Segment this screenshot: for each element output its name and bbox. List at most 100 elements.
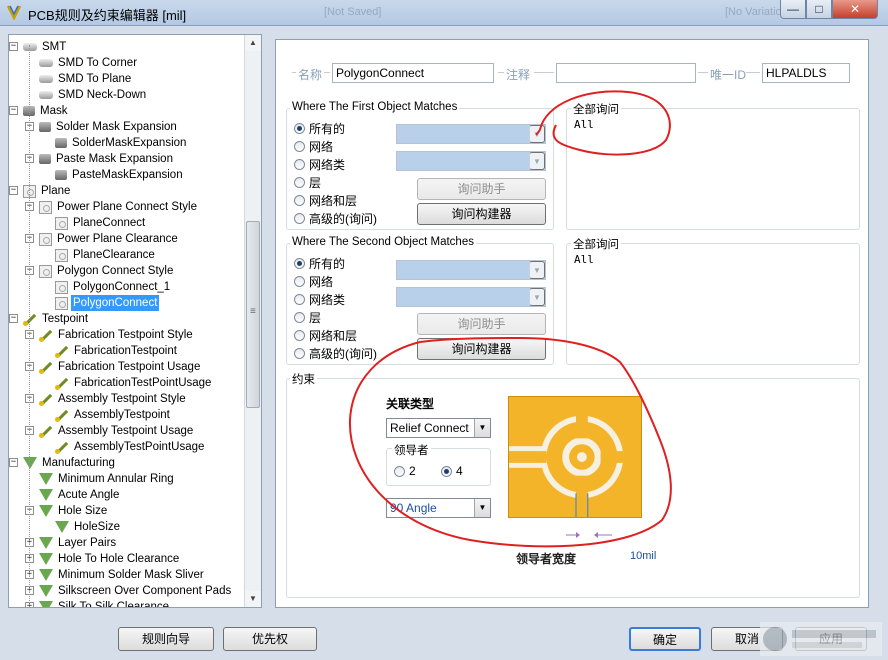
uid-field[interactable] [762,63,850,83]
tree-item-label: SMD To Plane [58,73,132,85]
tree-item-label: Silkscreen Over Component Pads [58,585,232,597]
scroll-down-icon[interactable]: ▼ [245,591,261,607]
first-class-combo: ▼ [396,151,546,171]
mask-icon [55,170,67,180]
plane-icon [55,248,68,262]
tree-item-label: Manufacturing [42,457,115,469]
tree-item[interactable]: SolderMaskExpansion [9,135,188,151]
second-query-box[interactable] [566,243,860,365]
tree-item-label: PasteMaskExpansion [72,169,183,181]
maximize-button[interactable]: □ [806,0,832,19]
tree-item[interactable]: + Minimum Solder Mask Sliver [9,567,206,583]
collapse-icon[interactable]: − [9,106,18,115]
tree-item-label: FabricationTestpoint [74,345,177,357]
tree-item-label: Assembly Testpoint Usage [58,425,194,437]
manufacturing-icon [39,505,53,517]
name-field[interactable] [332,63,494,83]
radio-icon [294,312,305,323]
tree-item[interactable]: − Plane [9,183,72,199]
connect-type-combo[interactable]: Relief Connect ▼ [386,418,491,438]
close-button[interactable]: ✕ [832,0,878,19]
second-query-builder-button[interactable]: 询问构建器 [417,338,546,360]
tree-item[interactable]: + Silk To Silk Clearance [9,599,171,607]
tree-item[interactable]: PlaneClearance [9,247,157,263]
rule-tree[interactable]: − SMT SMD To Corner SMD To Plane SMD Neck-Do… [8,34,262,608]
tree-item[interactable]: + Layer Pairs [9,535,118,551]
tree-item[interactable]: − Assembly Testpoint Usage [9,423,195,439]
tree-item[interactable]: − Hole Size [9,503,109,519]
tree-item[interactable]: PolygonConnect [9,295,160,311]
chevron-down-icon[interactable]: ▼ [474,419,490,437]
collapse-icon[interactable]: − [9,458,18,467]
comment-field[interactable] [556,63,696,83]
tree-item[interactable]: Acute Angle [9,487,121,503]
tree-item[interactable]: SMD To Plane [9,71,133,87]
chevron-down-icon[interactable]: ▼ [474,499,490,517]
rule-wizard-button[interactable]: 规则向导 [118,627,214,651]
collapse-icon[interactable]: − [9,314,18,323]
tree-item[interactable]: AssemblyTestPointUsage [9,439,206,455]
smt-icon [39,91,53,99]
second-match-option[interactable]: 网络类 [294,291,345,308]
tree-item[interactable]: − SMT [9,39,68,55]
tree-item[interactable]: − Power Plane Clearance [9,231,180,247]
second-match-option[interactable]: 所有的 [294,255,345,272]
conductors-2-radio[interactable]: 2 [394,464,416,478]
tree-item[interactable]: + Silkscreen Over Component Pads [9,583,233,599]
second-match-option[interactable]: 网络 [294,273,333,290]
first-match-option[interactable]: 所有的 [294,120,345,137]
second-match-option[interactable]: 层 [294,309,321,326]
first-match-option[interactable]: 网络类 [294,156,345,173]
tree-item-label: SMD To Corner [58,57,138,69]
minimize-button[interactable]: — [780,0,806,19]
first-query-builder-button[interactable]: 询问构建器 [417,203,546,225]
second-match-option[interactable]: 网络和层 [294,327,357,344]
first-match-option[interactable]: 高级的(询问) [294,210,377,227]
priorities-button[interactable]: 优先权 [223,627,317,651]
mask-icon [55,138,67,148]
tree-item[interactable]: − Testpoint [9,311,90,327]
tree-item-label: Minimum Solder Mask Sliver [58,569,204,581]
tree-item[interactable]: − Fabrication Testpoint Usage [9,359,202,375]
conductors-4-radio[interactable]: 4 [441,464,463,478]
tree-item[interactable]: FabricationTestPointUsage [9,375,213,391]
second-query-helper-button: 询问助手 [417,313,546,335]
collapse-icon[interactable]: − [9,42,18,51]
tree-item[interactable]: + Hole To Hole Clearance [9,551,181,567]
tree-item[interactable]: − Manufacturing [9,455,117,471]
conductor-width-value[interactable]: 10mil [630,550,656,562]
mask-icon [39,122,51,132]
tree-item[interactable]: − Solder Mask Expansion [9,119,179,135]
second-match-option[interactable]: 高级的(询问) [294,345,377,362]
tree-item[interactable]: − Polygon Connect Style [9,263,175,279]
window-title: PCB规则及约束编辑器 [mil] [28,8,187,23]
radio-icon [294,141,305,152]
tree-item[interactable]: − Power Plane Connect Style [9,199,199,215]
uid-label: 唯一ID [710,68,747,82]
tree-item[interactable]: AssemblyTestpoint [9,407,172,423]
tree-item[interactable]: HoleSize [9,519,122,535]
angle-combo[interactable]: 90 Angle ▼ [386,498,491,518]
tree-item[interactable]: PolygonConnect_1 [9,279,172,295]
ok-button[interactable]: 确定 [629,627,701,651]
tree-item[interactable]: − Fabrication Testpoint Style [9,327,195,343]
first-match-option[interactable]: 网络 [294,138,333,155]
tree-item[interactable]: Minimum Annular Ring [9,471,176,487]
tree-item[interactable]: PasteMaskExpansion [9,167,185,183]
first-match-option[interactable]: 层 [294,174,321,191]
collapse-icon[interactable]: − [9,186,18,195]
tree-item[interactable]: − Assembly Testpoint Style [9,391,188,407]
tree-item-label: Power Plane Clearance [57,233,178,245]
tree-item[interactable]: − Paste Mask Expansion [9,151,175,167]
first-match-title: Where The First Object Matches [290,101,460,113]
width-dimension-arrows [566,532,612,538]
first-match-option[interactable]: 网络和层 [294,192,357,209]
scroll-thumb[interactable] [246,221,260,408]
tree-item[interactable]: − Mask [9,103,69,119]
tree-item-label: HoleSize [74,521,121,533]
tree-item[interactable]: FabricationTestpoint [9,343,179,359]
tree-scrollbar[interactable]: ▲ ▼ [244,35,261,607]
radio-icon [294,258,305,269]
first-query-box[interactable] [566,108,860,230]
scroll-up-icon[interactable]: ▲ [245,35,261,51]
